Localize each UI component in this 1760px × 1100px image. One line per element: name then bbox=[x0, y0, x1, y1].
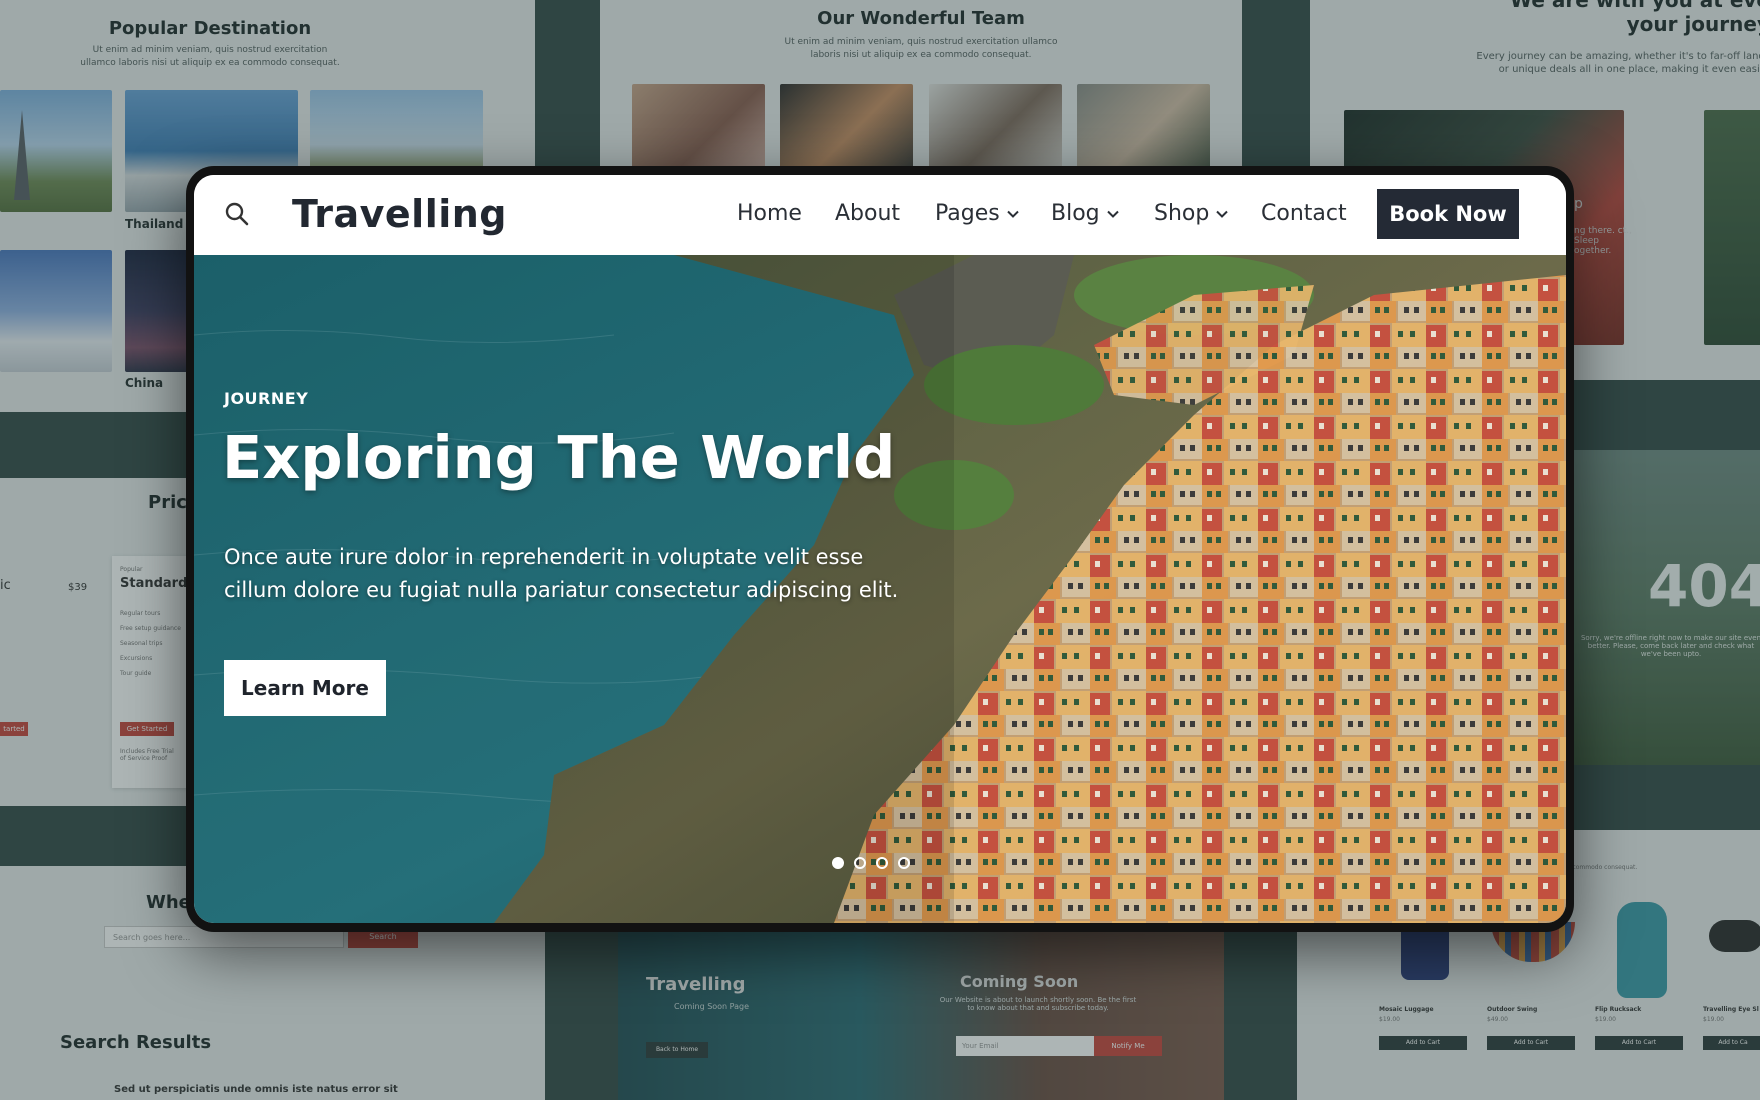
product-price: $19.00 bbox=[1379, 1016, 1400, 1023]
cs-notify-button: Notify Me bbox=[1094, 1036, 1162, 1056]
nav-shop-label: Shop bbox=[1154, 201, 1210, 226]
photo-paris bbox=[0, 90, 112, 212]
product-rucksack: Flip Rucksack $19.00 Add to Cart bbox=[1595, 900, 1687, 1100]
nav-pages[interactable]: Pages bbox=[935, 201, 1020, 226]
nav-contact-label: Contact bbox=[1261, 201, 1347, 226]
bg-team-subtitle: Ut enim ad minim veniam, quis nostrud ex… bbox=[784, 37, 1058, 60]
plan-name: Standard bbox=[120, 576, 188, 591]
nav-about-label: About bbox=[835, 201, 901, 226]
journey-side-text: ng there. ct., Sleep ogether. bbox=[1574, 226, 1633, 256]
site-logo[interactable]: Travelling bbox=[292, 192, 507, 236]
caption-china: China bbox=[125, 376, 164, 390]
product-price: $19.00 bbox=[1703, 1016, 1724, 1023]
backpack-icon bbox=[1617, 902, 1667, 998]
plan-small-label: Popular bbox=[120, 566, 143, 573]
eiffel-tower-icon bbox=[14, 110, 30, 200]
caption-thailand: Thailand bbox=[125, 217, 184, 231]
photo-opera bbox=[0, 250, 112, 372]
cs-brand-sub: Coming Soon Page bbox=[674, 1002, 750, 1011]
nav-contact[interactable]: Contact bbox=[1261, 201, 1347, 226]
main-navbar: Travelling Home About Pages Blog Shop Co… bbox=[194, 175, 1566, 255]
nav-home-label: Home bbox=[737, 201, 802, 226]
bg-journey-text: Every journey can be amazing, whether it… bbox=[1476, 51, 1760, 75]
add-to-cart-button: Add to Cart bbox=[1487, 1036, 1575, 1050]
chevron-down-icon bbox=[1216, 210, 1229, 218]
website-screen: Travelling Home About Pages Blog Shop Co… bbox=[194, 175, 1566, 923]
slider-dot-4[interactable] bbox=[898, 857, 910, 869]
error-text: Sorry, we're offline right now to make o… bbox=[1580, 634, 1760, 658]
add-to-cart-button: Add to Cart bbox=[1379, 1036, 1467, 1050]
hero-description: Once aute irure dolor in reprehenderit i… bbox=[224, 545, 899, 602]
plan-footnote: Includes Free Trial of Service Proof bbox=[120, 748, 174, 762]
cs-brand: Travelling bbox=[646, 974, 746, 995]
device-frame: Travelling Home About Pages Blog Shop Co… bbox=[186, 166, 1574, 932]
plan-get-started: Get Started bbox=[120, 722, 174, 736]
bg-pricing-panel: Prici ic $39 tarted Popular Standard Reg… bbox=[0, 478, 210, 806]
bg-search-results-title: Search Results bbox=[60, 1032, 212, 1053]
team-member-2 bbox=[780, 84, 913, 170]
error-code: 404 bbox=[1648, 552, 1760, 620]
cs-email-input: Your Email bbox=[956, 1036, 1094, 1056]
nav-pages-label: Pages bbox=[935, 201, 1000, 226]
team-member-4 bbox=[1077, 84, 1210, 170]
nav-blog-label: Blog bbox=[1051, 201, 1100, 226]
bg-search-result: Sed ut perspiciatis unde omnis iste natu… bbox=[114, 1084, 398, 1095]
bg-pricing-plan-fragment: ic bbox=[0, 578, 11, 593]
add-to-cart-button: Add to Ca bbox=[1703, 1036, 1760, 1050]
bg-destinations-subtitle: Ut enim ad minim veniam, quis nostrud ex… bbox=[80, 45, 340, 68]
bg-coming-soon-panel: Travelling Coming Soon Page Back to Home… bbox=[618, 932, 1224, 1100]
hero-slider: JOURNEY Exploring The World Once aute ir… bbox=[194, 255, 1566, 923]
chevron-down-icon bbox=[1007, 210, 1019, 218]
journey-side-p: p bbox=[1574, 196, 1583, 212]
team-member-3 bbox=[929, 84, 1062, 170]
plan-feature: Excursions bbox=[120, 655, 153, 662]
hero-headline: Exploring The World bbox=[222, 423, 896, 492]
book-now-button[interactable]: Book Now bbox=[1377, 189, 1519, 239]
bg-get-started-fragment: tarted bbox=[0, 722, 28, 736]
bg-team-panel: Our Wonderful Team Ut enim ad minim veni… bbox=[600, 0, 1242, 170]
product-name: Outdoor Swing bbox=[1487, 1006, 1538, 1013]
nav-shop[interactable]: Shop bbox=[1154, 201, 1229, 226]
bg-journey-title-1: We are with you at eve bbox=[1509, 0, 1760, 12]
product-name: Mosaic Luggage bbox=[1379, 1006, 1434, 1013]
hero-kicker: JOURNEY bbox=[224, 389, 309, 408]
product-name: Flip Rucksack bbox=[1595, 1006, 1642, 1013]
plan-feature: Regular tours bbox=[120, 610, 161, 617]
cs-title: Coming Soon bbox=[960, 972, 1079, 991]
nav-about[interactable]: About bbox=[835, 201, 900, 226]
chevron-down-icon bbox=[1106, 210, 1119, 218]
slider-dots bbox=[832, 857, 910, 869]
journey-photo-2 bbox=[1704, 110, 1760, 345]
search-icon[interactable] bbox=[224, 201, 250, 227]
product-price: $49.00 bbox=[1487, 1016, 1508, 1023]
product-eye-sleeper: Travelling Eye Sl $19.00 Add to Ca bbox=[1703, 900, 1760, 1100]
slider-dot-2[interactable] bbox=[854, 857, 866, 869]
nav-home[interactable]: Home bbox=[737, 201, 802, 226]
eye-mask-icon bbox=[1709, 920, 1760, 952]
plan-feature: Tour guide bbox=[120, 670, 152, 677]
bg-destinations-title: Popular Destination bbox=[108, 18, 312, 39]
cs-text: Our Website is about to launch shortly s… bbox=[939, 996, 1137, 1012]
slider-dot-1[interactable] bbox=[832, 857, 844, 869]
bg-team-title: Our Wonderful Team bbox=[817, 8, 1025, 29]
learn-more-button[interactable]: Learn More bbox=[224, 660, 386, 716]
slider-dot-3[interactable] bbox=[876, 857, 888, 869]
add-to-cart-button: Add to Cart bbox=[1595, 1036, 1683, 1050]
plan-feature: Free setup guidance bbox=[120, 625, 181, 632]
product-name: Travelling Eye Sl bbox=[1703, 1006, 1759, 1013]
product-price: $19.00 bbox=[1595, 1016, 1616, 1023]
team-member-1 bbox=[632, 84, 765, 170]
nav-blog[interactable]: Blog bbox=[1051, 201, 1120, 226]
cs-back-button: Back to Home bbox=[646, 1042, 708, 1058]
plan-feature: Seasonal trips bbox=[120, 640, 163, 647]
bg-journey-title-2: your journey bbox=[1626, 12, 1760, 36]
bg-pricing-price: $39 bbox=[68, 582, 88, 593]
bg-404-panel: 404 Sorry, we're offline right now to ma… bbox=[1574, 450, 1760, 765]
